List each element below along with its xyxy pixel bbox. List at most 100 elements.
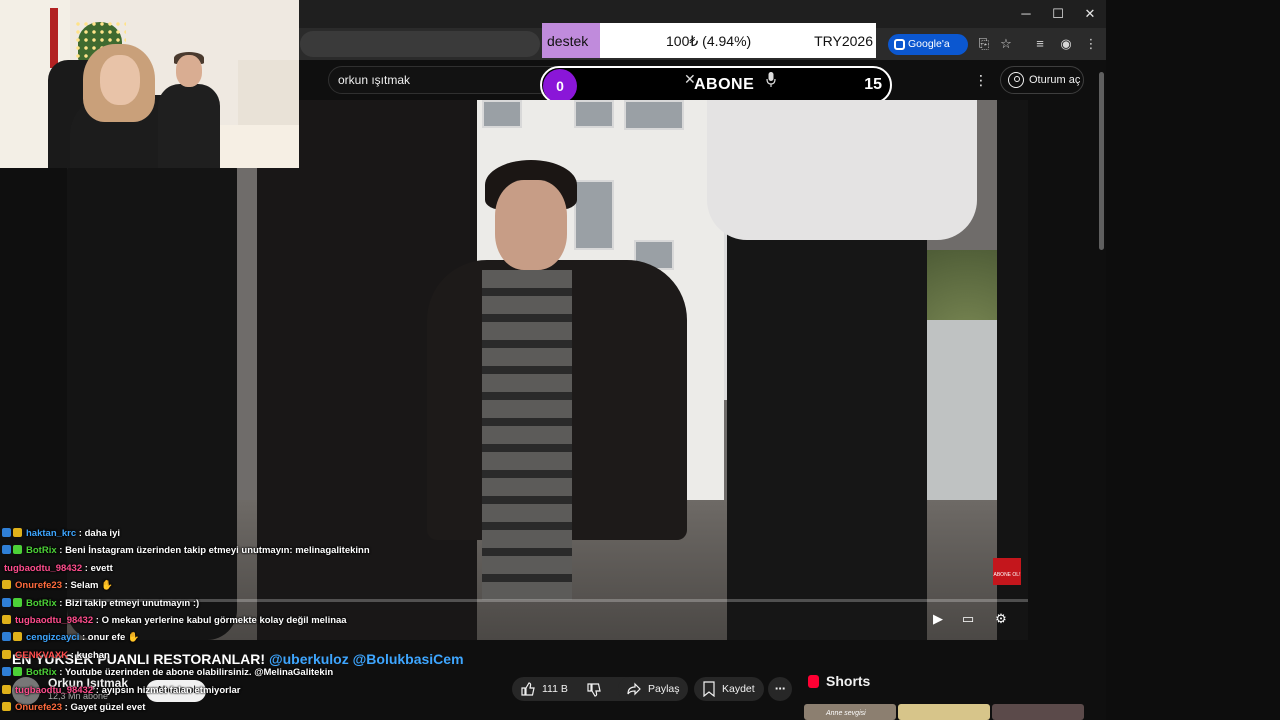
share-label: Paylaş <box>648 683 680 695</box>
like-count: 111 B <box>542 683 568 695</box>
chat-badge-icon <box>2 528 11 537</box>
chat-text: : daha iyi <box>76 528 120 539</box>
chat-username[interactable]: Onurefe23 <box>15 702 62 713</box>
webcam-guest-body <box>158 84 220 168</box>
chat-badge-icon <box>2 580 11 590</box>
microphone-icon[interactable] <box>766 72 776 88</box>
chat-message: tugbaodtu_98432 : O mekan yerlerine kabu… <box>2 615 347 631</box>
chat-badge-icon <box>2 632 11 642</box>
webcam-streamer-face <box>100 55 140 105</box>
account-icon <box>1008 72 1024 88</box>
more-actions-icon[interactable]: ⋯ <box>768 677 792 701</box>
video-person-scarf <box>482 270 572 600</box>
chat-text: : Beni İnstagram üzerinden takip etmeyi … <box>56 545 370 557</box>
video-title-tag[interactable]: @BolukbasiCem <box>353 651 464 667</box>
signin-label: Oturum aç <box>1029 74 1081 86</box>
right-panel <box>1106 0 1280 720</box>
chat-text: : onur efe ✋ <box>79 632 140 644</box>
subscribe-watermark[interactable]: ABONE OL! <box>993 558 1021 585</box>
thumbs-up-icon <box>521 682 535 696</box>
shorts-logo-icon <box>808 675 819 688</box>
short-thumbnail[interactable] <box>992 704 1084 720</box>
subscriber-goal-widget: 0 ✕ ABONE 15 <box>540 66 892 104</box>
chat-badge-icon <box>13 597 22 607</box>
google-lens-icon <box>894 39 905 50</box>
video-title-tag[interactable]: @uberkuloz <box>269 651 349 667</box>
settings-gear-icon[interactable]: ⚙ <box>992 610 1010 628</box>
install-app-icon[interactable]: ⎘ <box>976 36 992 52</box>
chat-message: GENKVAXK : kuchan <box>2 649 110 666</box>
chat-username[interactable]: haktan_krc <box>26 528 76 539</box>
video-person-face <box>495 180 567 270</box>
video-progress-bar[interactable] <box>67 599 1028 602</box>
chat-text: : ayıpsın hizmet falan etmiyorlar <box>93 684 241 696</box>
chat-username[interactable]: cengizcayci <box>26 632 79 643</box>
chat-message: BotRix : Beni İnstagram üzerinden takip … <box>2 545 370 561</box>
close-window-icon[interactable]: ✕ <box>1080 6 1100 22</box>
chat-text: : O mekan yerlerine kabul görmekte kolay… <box>93 615 347 626</box>
video-person-right <box>727 220 927 640</box>
browser-menu-icon[interactable]: ⋮ <box>1083 36 1099 52</box>
chat-message: Onurefe23 : Selam ✋ <box>2 580 113 596</box>
chat-badge-icon <box>13 632 22 642</box>
chat-username[interactable]: BotRix <box>26 667 57 678</box>
chat-badge-icon <box>13 528 22 537</box>
chat-badge-icon <box>2 649 11 659</box>
chat-badge-icon <box>13 545 22 555</box>
short-caption: Anne sevgisi <box>826 710 866 717</box>
donation-amount: 100₺ (4.94%) <box>666 33 752 49</box>
webcam-decoration <box>50 8 58 68</box>
minimize-icon[interactable]: ─ <box>1016 6 1036 22</box>
chat-text: : Bizi takip etmeyi unutmayın :) <box>56 597 200 609</box>
short-thumbnail[interactable] <box>898 704 990 720</box>
chat-message: BotRix : Bizi takip etmeyi unutmayın :) <box>2 597 200 614</box>
chat-username[interactable]: BotRix <box>26 598 57 609</box>
chat-badge-icon <box>2 545 11 555</box>
chat-badge-icon <box>2 597 11 607</box>
video-person-hoodie <box>707 100 977 240</box>
chat-badge-icon <box>2 702 11 711</box>
address-bar[interactable] <box>300 31 540 57</box>
share-icon <box>627 682 641 696</box>
chat-text: : Selam ✋ <box>62 580 113 592</box>
chat-username[interactable]: tugbaodtu_98432 <box>4 563 82 574</box>
chat-username[interactable]: tugbaodtu_98432 <box>15 615 93 626</box>
chat-username[interactable]: GENKVAXK <box>15 650 68 661</box>
search-input-value: orkun ışıtmak <box>338 73 411 87</box>
scrollbar-thumb[interactable] <box>1099 72 1104 250</box>
goal-title: ABONE <box>694 76 755 93</box>
chat-username[interactable]: BotRix <box>26 545 57 556</box>
chat-message: BotRix : Youtube üzerinden de abone olab… <box>2 667 333 683</box>
chat-text: : Gayet güzel evet <box>62 702 146 713</box>
chat-badge-icon <box>13 667 22 677</box>
chat-message: tugbaodtu_98432 : ayıpsın hizmet falan e… <box>2 684 241 701</box>
chat-message: tugbaodtu_98432 : evett <box>2 563 113 579</box>
bookmark-star-icon[interactable]: ☆ <box>998 36 1014 52</box>
miniplayer-icon[interactable]: ▣ <box>1025 610 1029 628</box>
goal-current: 0 <box>556 78 564 94</box>
bookmark-icon <box>703 681 715 697</box>
chat-text: : kuchan <box>68 649 110 661</box>
donation-goal-bar: destek 100₺ (4.94%) TRY2026 <box>542 23 876 58</box>
thumbs-down-icon[interactable] <box>586 682 602 698</box>
signin-button[interactable]: Oturum aç <box>1000 66 1084 94</box>
profile-icon[interactable]: ◉ <box>1058 36 1074 52</box>
media-control-icon[interactable]: ≡ <box>1032 36 1048 52</box>
chat-username[interactable]: tugbaodtu_98432 <box>15 685 93 696</box>
google-ask-button[interactable]: Google'a Sor <box>888 34 968 71</box>
more-options-icon[interactable]: ⋮ <box>974 71 988 89</box>
chat-text: : evett <box>82 562 113 574</box>
shorts-heading: Shorts <box>826 673 871 689</box>
maximize-icon[interactable]: ☐ <box>1048 6 1068 22</box>
chat-text: : Youtube üzerinden de abone olabilirsin… <box>56 667 334 679</box>
chat-message: Onurefe23 : Gayet güzel evet <box>2 702 145 718</box>
chat-message: haktan_krc : daha iyi <box>2 528 120 544</box>
webcam-guest-face <box>176 55 202 87</box>
goal-target: 15 <box>864 76 882 93</box>
autoplay-icon[interactable]: ▶ <box>929 610 947 628</box>
chat-message: cengizcayci : onur efe ✋ <box>2 632 140 648</box>
subtitles-icon[interactable]: ▭ <box>959 610 977 628</box>
donation-code: TRY2026 <box>814 33 873 49</box>
chat-badge-icon <box>2 615 11 624</box>
chat-username[interactable]: Onurefe23 <box>15 580 62 591</box>
